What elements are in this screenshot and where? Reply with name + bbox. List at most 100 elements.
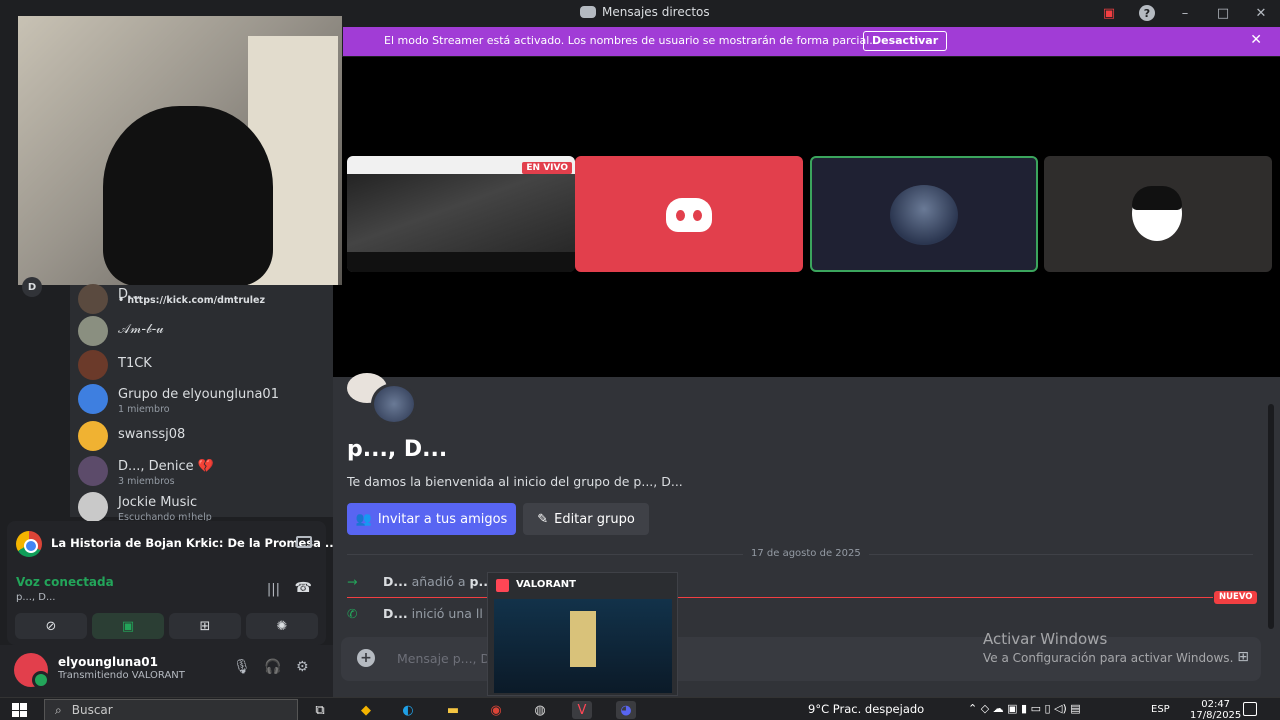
valorant-thumbnail-popup[interactable]: VALORANT [487, 572, 678, 696]
participant-tile-speaking[interactable] [810, 156, 1038, 272]
system-message: ✆ D... inició una ll [347, 606, 483, 621]
screen-share-button[interactable]: ▣ [92, 613, 164, 639]
activity-button[interactable]: ⊞ [169, 613, 241, 639]
avatar [78, 350, 108, 380]
user-avatar[interactable] [14, 653, 50, 689]
group-icon [78, 384, 108, 414]
user-status: Transmitiendo VALORANT [58, 670, 185, 681]
popout-icon[interactable] [296, 536, 312, 548]
help-icon: ? [1139, 5, 1155, 21]
search-icon: ⌕ [55, 702, 62, 717]
language-indicator[interactable]: ESP [1151, 704, 1170, 715]
task-view-icon[interactable]: ⧉ [310, 701, 330, 719]
activity-icon[interactable]: ⊞ [1237, 649, 1249, 665]
valorant-title: VALORANT [516, 579, 576, 590]
dm-item-denice[interactable]: D..., Denice 💔 3 miembros [78, 454, 328, 487]
user-name: elyoungluna01 [58, 655, 158, 669]
group-title: p..., D... [347, 437, 448, 462]
notifications-icon[interactable] [1243, 702, 1257, 716]
gear-icon[interactable]: ⚙ [296, 659, 309, 675]
participant-tile-self[interactable] [575, 156, 803, 272]
discord-icon [580, 6, 596, 18]
msg-actor[interactable]: D... [383, 606, 408, 621]
windows-start-icon[interactable] [12, 703, 28, 717]
dm-name: T1CK [118, 356, 152, 371]
weather-widget[interactable]: 9°C Prac. despejado [808, 702, 924, 716]
dm-item-ambu[interactable]: 𝒜𝓂-𝒷-𝓊 [78, 314, 328, 346]
deactivate-button[interactable]: Desactivar [863, 31, 948, 51]
clock-date: 17/8/2025 [1190, 710, 1242, 720]
noise-suppression-icon[interactable]: ||| [267, 582, 280, 597]
user-panel: elyoungluna01 Transmitiendo VALORANT 🎙 🎧… [0, 645, 333, 697]
voice-channel[interactable]: p..., D... [16, 592, 55, 603]
group-welcome: Te damos la bienvenida al inicio del gru… [347, 474, 683, 489]
banner-close-icon[interactable]: ✕ [1250, 32, 1262, 48]
avatar [78, 421, 108, 451]
close-button[interactable]: ✕ [1242, 0, 1280, 26]
arrow-right-icon: → [347, 574, 358, 589]
disconnect-icon[interactable]: ☎ [295, 580, 312, 596]
voice-status: Voz conectada [16, 575, 114, 589]
dm-name: 𝒜𝓂-𝒷-𝓊 [118, 322, 164, 337]
screen-share-icon[interactable]: ▣ [1090, 0, 1128, 26]
taskbar-clock[interactable]: 02:47 17/8/2025 [1190, 699, 1241, 720]
valorant-taskbar-icon[interactable]: V [572, 701, 592, 719]
dm-item-jockie-music[interactable]: Jockie Music Escuchando m!help [78, 490, 328, 523]
dm-item-group-elyoungluna[interactable]: Grupo de elyoungluna01 1 miembro [78, 382, 328, 415]
msg-text: añadió a [407, 574, 470, 589]
chat-scrollbar[interactable] [1268, 404, 1274, 629]
dm-name: swanssj08 [118, 427, 186, 442]
soundboard-button[interactable]: ✺ [246, 613, 318, 639]
participant-tile-anime[interactable] [1044, 156, 1272, 272]
dm-subtitle: 3 miembros [118, 476, 175, 487]
phone-icon: ✆ [347, 606, 358, 621]
file-explorer-icon[interactable]: ▬ [443, 701, 463, 719]
obs-icon[interactable]: ◍ [530, 701, 550, 719]
edit-group-button[interactable]: ✎ Editar grupo [523, 503, 649, 535]
banner-text: El modo Streamer está activado. Los nomb… [384, 34, 873, 47]
minimize-button[interactable]: – [1166, 0, 1204, 26]
stream-tile[interactable]: EN VIVO [347, 156, 575, 272]
valorant-agent-card [570, 611, 596, 667]
system-tray-icons[interactable]: ⌃ ◇ ☁ ▣ ▮ ▭ ▯ ◁) ▤ [968, 702, 1081, 715]
server-rail: D [0, 277, 70, 517]
anime-avatar [1132, 186, 1182, 241]
maximize-button[interactable]: □ [1204, 0, 1242, 26]
valorant-preview [494, 599, 672, 693]
activate-windows-watermark: Activar Windows Ve a Configuración para … [983, 630, 1233, 665]
system-message: → D... añadió a p... [347, 574, 493, 589]
search-placeholder: Buscar [71, 703, 113, 717]
add-attachment-icon[interactable]: + [357, 649, 375, 667]
webcam-overlay [18, 16, 342, 285]
dm-name: Jockie Music [118, 495, 198, 510]
new-badge: NUEVO [1214, 591, 1258, 604]
watermark-title: Activar Windows [983, 630, 1108, 648]
copilot-icon[interactable]: ◆ [356, 701, 376, 719]
discord-logo-icon [666, 198, 712, 232]
dm-status-link[interactable]: • https://kick.com/dmtrulez [118, 295, 265, 306]
msg-actor[interactable]: D... [383, 574, 408, 589]
camera-off-button[interactable]: ⊘ [15, 613, 87, 639]
discord-window: Mensajes directos ▣ ? – □ ✕ El modo Stre… [0, 0, 1280, 720]
help-button[interactable]: ? [1128, 0, 1166, 26]
microphone-icon[interactable]: 🎙 [233, 659, 251, 675]
avatar [78, 456, 108, 486]
dm-item-swanssj08[interactable]: swanssj08 [78, 419, 328, 451]
invite-friends-button[interactable]: 👥 Invitar a tus amigos [347, 503, 516, 535]
avatar [78, 284, 108, 314]
chrome-taskbar-icon[interactable]: ◉ [486, 701, 506, 719]
server-icon[interactable]: D [22, 277, 42, 297]
edit-label: Editar grupo [554, 511, 635, 527]
date-label: 17 de agosto de 2025 [743, 548, 869, 559]
dm-name: Grupo de elyoungluna01 [118, 387, 279, 402]
chrome-icon [16, 531, 42, 557]
window-title-group: Mensajes directos [580, 5, 710, 19]
headphones-icon[interactable]: 🎧 [264, 659, 281, 675]
pencil-icon: ✎ [537, 511, 549, 527]
taskbar-search[interactable]: ⌕ Buscar [44, 699, 298, 720]
discord-taskbar-icon[interactable]: ◕ [616, 701, 636, 719]
edge-icon[interactable]: ◐ [398, 701, 418, 719]
now-playing-card[interactable]: La Historia de Bojan Krkic: De la Promes… [7, 521, 338, 565]
dm-item-t1ck[interactable]: T1CK [78, 348, 328, 380]
message-input[interactable]: Mensaje p..., D [397, 651, 490, 666]
